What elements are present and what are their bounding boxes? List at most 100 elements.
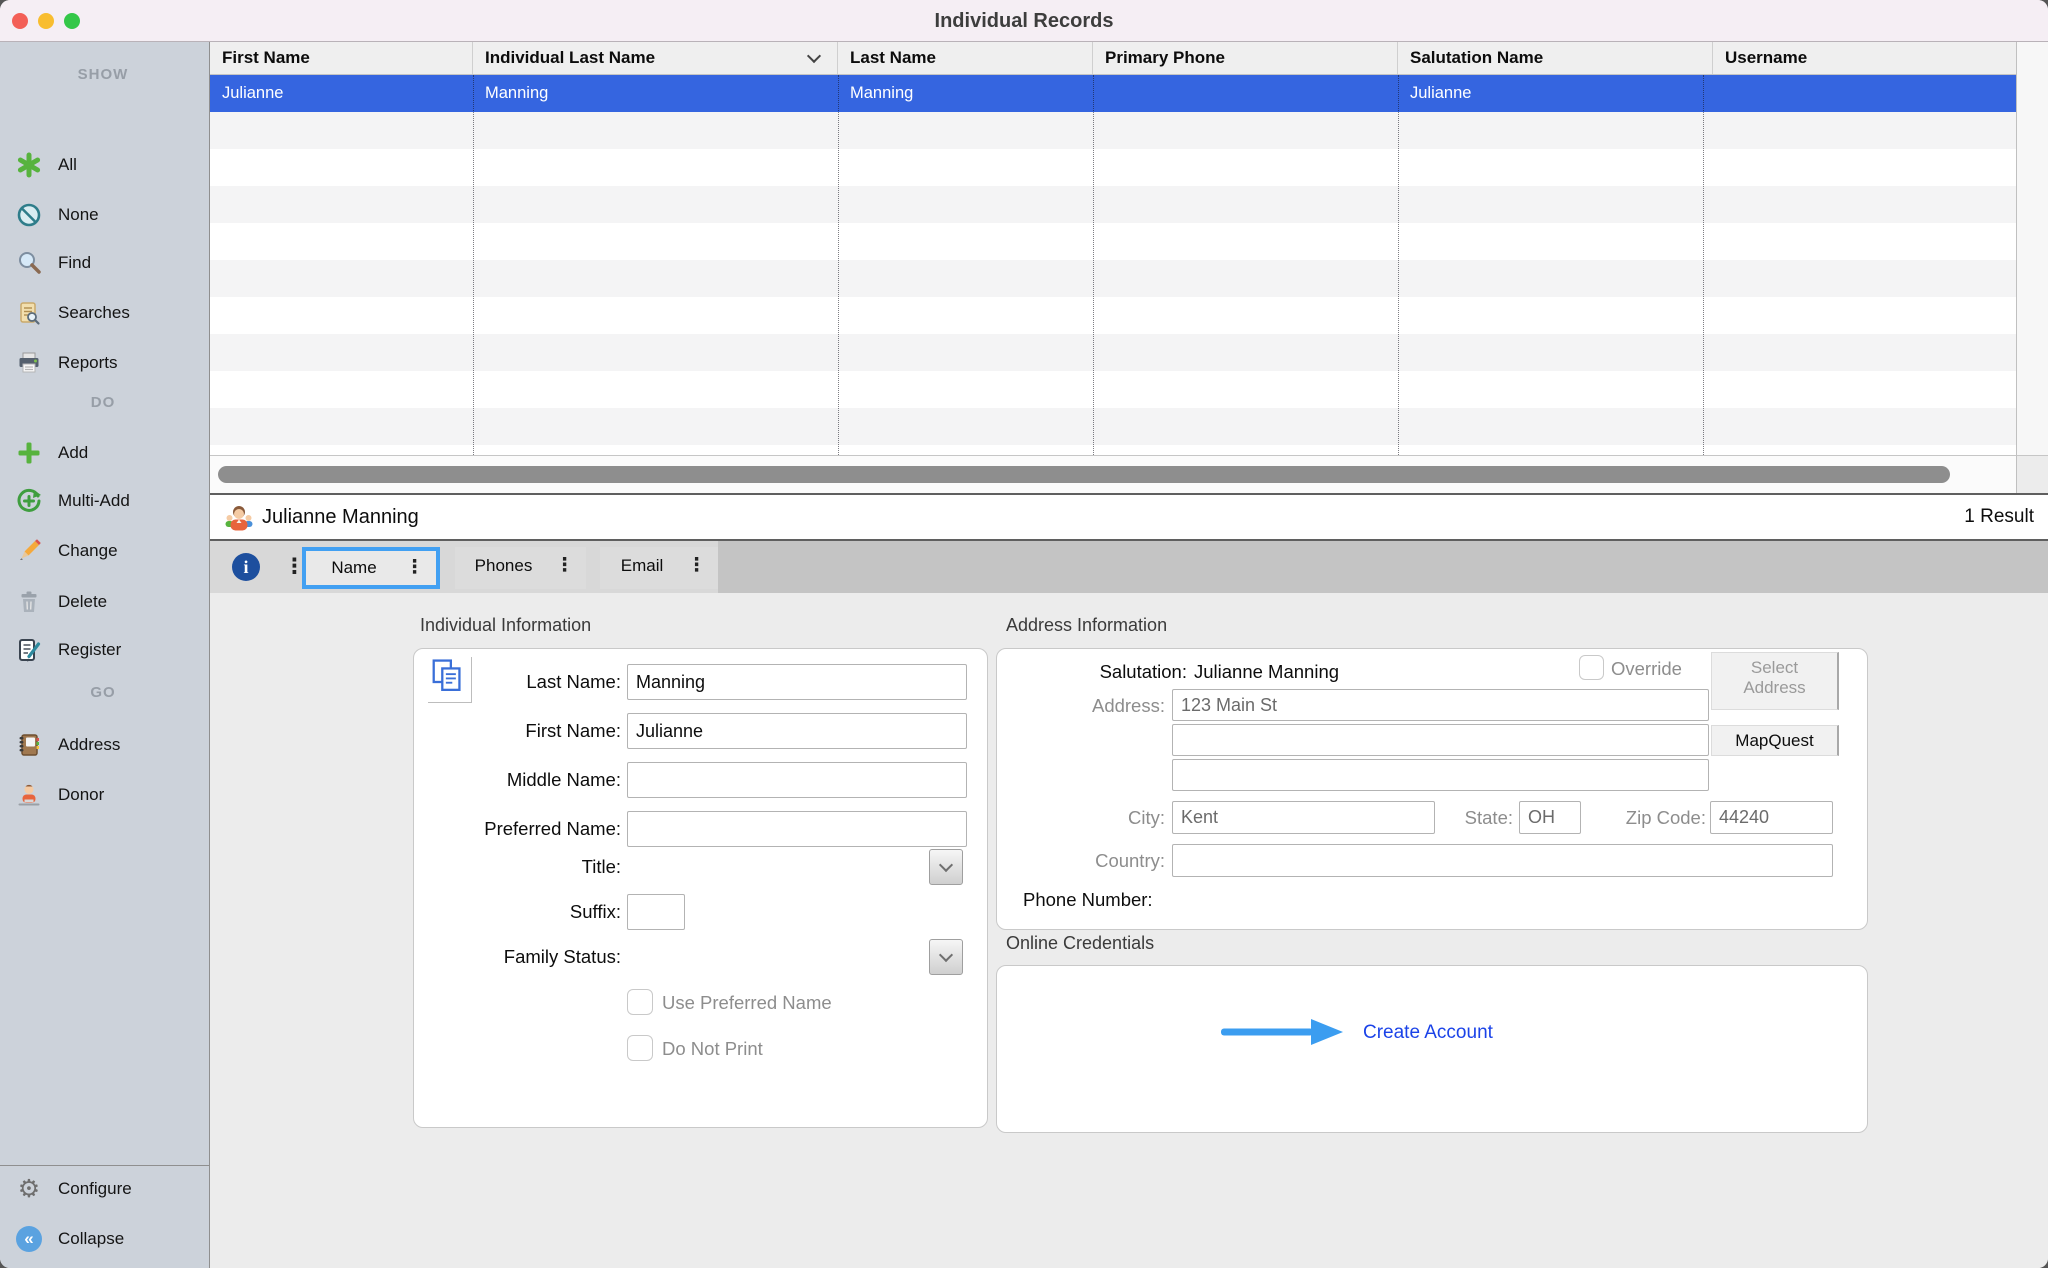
create-account-link[interactable]: Create Account [1363,1022,1493,1044]
sidebar-item-address[interactable]: Address [0,730,209,760]
table-row-empty[interactable] [210,223,2016,260]
multi-add-icon [16,488,42,514]
chevron-down-icon [939,858,953,872]
cell-username [1713,75,2016,112]
sidebar-item-configure[interactable]: ⚙ Configure [0,1174,209,1204]
tab-bar: i ⋮ Name ⋮ Phones ⋮ Email ⋮ [210,541,2048,593]
tab-kebab-menu-icon[interactable]: ⋮ [405,551,424,585]
select-address-button[interactable]: Select Address [1711,652,1839,710]
column-header-primary-phone[interactable]: Primary Phone [1093,42,1398,74]
magnifier-icon [16,250,42,276]
middle-name-label: Middle Name: [414,762,621,798]
sidebar-item-searches[interactable]: Searches [0,298,209,328]
printer-icon [16,350,42,376]
last-name-field[interactable] [627,664,967,700]
no-circle-icon [16,202,42,228]
sidebar-item-multi-add[interactable]: Multi-Add [0,486,209,516]
sidebar-item-reports[interactable]: Reports [0,348,209,378]
table-row-selected[interactable]: Julianne Manning Manning Julianne [210,75,2016,112]
country-field[interactable] [1172,844,1833,877]
mapquest-button[interactable]: MapQuest [1711,725,1839,756]
suffix-label: Suffix: [414,894,621,930]
table-header-row: First Name Individual Last Name Last Nam… [210,42,2048,75]
asterisk-icon [16,152,42,178]
use-preferred-name-checkbox-label: Use Preferred Name [662,992,832,1014]
cell-individual-last-name: Manning [473,75,838,112]
sidebar-item-change[interactable]: Change [0,536,209,566]
sidebar-item-find[interactable]: Find [0,248,209,278]
override-checkbox[interactable] [1579,655,1604,680]
table-row-empty[interactable] [210,149,2016,186]
first-name-field[interactable] [627,713,967,749]
use-preferred-name-checkbox[interactable] [627,989,653,1015]
cell-primary-phone [1093,75,1398,112]
sidebar-item-collapse[interactable]: « Collapse [0,1224,209,1254]
do-not-print-checkbox[interactable] [627,1035,653,1061]
phone-number-label: Phone Number: [1023,889,1223,911]
donor-person-icon [16,782,42,808]
table-row-empty[interactable] [210,408,2016,445]
family-status-dropdown-button[interactable] [929,939,963,975]
table-row-empty[interactable] [210,260,2016,297]
table-row-empty[interactable] [210,186,2016,223]
last-name-label: Last Name: [414,664,621,700]
middle-name-field[interactable] [627,762,967,798]
individual-records-window: Individual Records SHOW All None Find Se… [0,0,2048,1268]
zip-code-field[interactable] [1710,801,1833,834]
address-information-panel: Salutation: Julianne Manning Override Se… [996,648,1868,930]
salutation-value: Julianne Manning [1194,661,1494,683]
cell-last-name: Manning [838,75,1093,112]
tab-name[interactable]: Name ⋮ [302,547,440,589]
column-header-username[interactable]: Username [1713,42,2016,74]
sidebar-item-all[interactable]: All [0,150,209,180]
city-label: City: [997,807,1165,829]
address-line3-field[interactable] [1172,759,1709,791]
suffix-field[interactable] [627,894,685,930]
sidebar-divider [0,1165,209,1166]
first-name-label: First Name: [414,713,621,749]
address-label: Address: [997,695,1165,717]
title-dropdown-button[interactable] [929,849,963,885]
sidebar-header-go: GO [0,684,206,701]
tab-phones[interactable]: Phones ⋮ [455,547,586,589]
city-field[interactable] [1172,801,1435,834]
state-field[interactable] [1519,801,1581,834]
info-icon[interactable]: i [232,553,260,581]
address-line1-field[interactable] [1172,689,1709,721]
sidebar-item-delete[interactable]: Delete [0,587,209,617]
sidebar-item-donor[interactable]: Donor [0,780,209,810]
horizontal-scrollbar-thumb[interactable] [218,466,1950,483]
column-divider [1093,75,1094,455]
family-status-label: Family Status: [414,939,621,975]
sidebar-item-add[interactable]: Add [0,438,209,468]
column-header-individual-last-name[interactable]: Individual Last Name [473,42,838,74]
pencil-icon [16,538,42,564]
table-row-empty[interactable] [210,445,2016,455]
tab-kebab-menu-icon[interactable]: ⋮ [687,547,706,589]
window-title: Individual Records [0,0,2048,42]
table-row-empty[interactable] [210,371,2016,408]
column-divider [1398,75,1399,455]
vertical-scrollbar-track[interactable] [2016,42,2048,455]
table-row-empty[interactable] [210,297,2016,334]
horizontal-scrollbar-track[interactable] [210,455,2016,493]
column-header-salutation-name[interactable]: Salutation Name [1398,42,1713,74]
plus-icon [16,440,42,466]
address-line2-field[interactable] [1172,724,1709,756]
collapse-icon: « [16,1226,42,1252]
tab-email[interactable]: Email ⋮ [600,547,718,589]
sidebar-header-do: DO [0,394,206,411]
sort-chevron-icon[interactable] [807,49,821,63]
column-header-first-name[interactable]: First Name [210,42,473,74]
preferred-name-field[interactable] [627,811,967,847]
title-bar: Individual Records [0,0,2048,42]
sidebar-item-none[interactable]: None [0,200,209,230]
table-row-empty[interactable] [210,334,2016,371]
tab-kebab-menu-icon[interactable]: ⋮ [555,547,574,589]
table-row-empty[interactable] [210,112,2016,149]
selected-record-name: Julianne Manning [262,495,419,539]
sidebar-item-register[interactable]: Register [0,635,209,665]
country-label: Country: [997,850,1165,872]
state-label: State: [1417,807,1513,829]
column-header-last-name[interactable]: Last Name [838,42,1093,74]
